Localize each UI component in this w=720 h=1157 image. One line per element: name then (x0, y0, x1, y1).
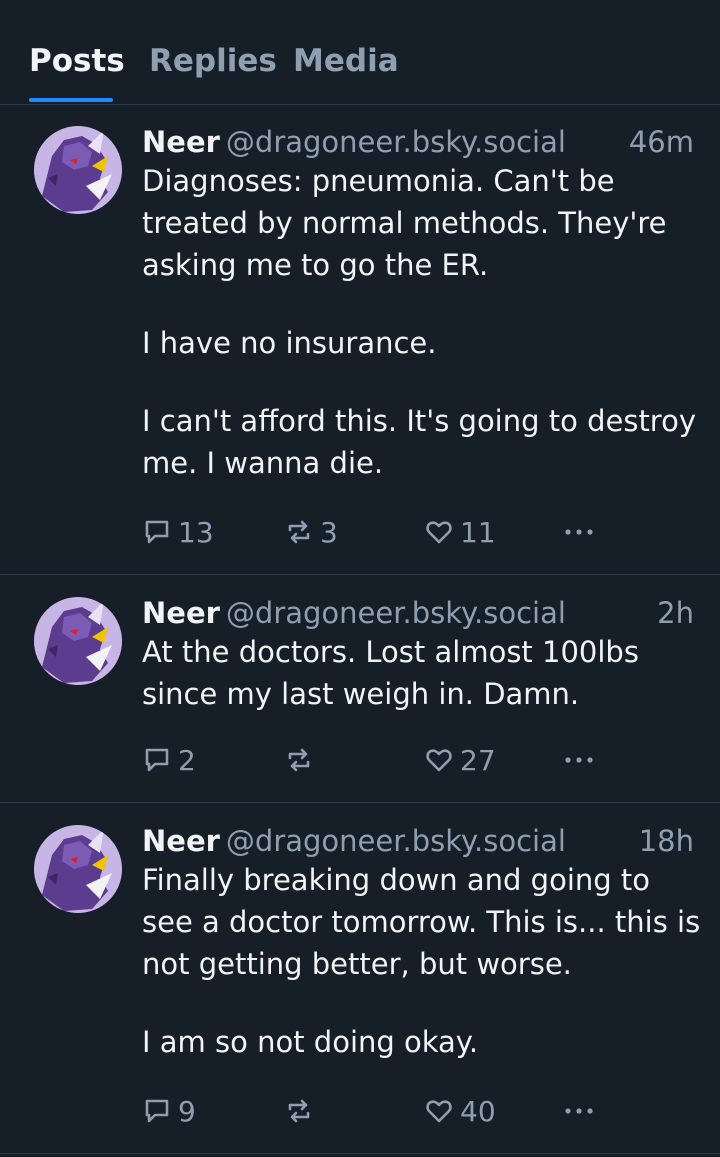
post-actions: 9 40 (142, 1091, 612, 1131)
more-options-button[interactable] (562, 512, 596, 552)
author-name[interactable]: Neer (142, 125, 220, 159)
reply-button[interactable]: 9 (142, 1091, 196, 1131)
more-dots-icon (565, 1108, 593, 1114)
more-dots-icon (565, 757, 593, 763)
feed-post[interactable]: Neer @dragoneer.bsky.social 2h At the doc… (0, 575, 720, 803)
heart-icon (426, 1100, 452, 1123)
avatar[interactable] (34, 126, 122, 214)
like-count: 11 (460, 515, 496, 549)
post-actions: 13 3 11 (142, 512, 612, 552)
repost-arrows-icon (288, 520, 310, 544)
reply-button[interactable]: 2 (142, 740, 196, 780)
post-paragraph: At the doctors. Lost almost 100lbs since… (142, 635, 639, 711)
tab-posts[interactable]: Posts (29, 42, 125, 80)
post-paragraph: Diagnoses: pneumonia. Can't be treated b… (142, 164, 667, 282)
like-count: 27 (460, 743, 496, 777)
post-paragraph: I can't afford this. It's going to destr… (142, 404, 697, 480)
profile-tabs: Posts Replies Media (0, 0, 720, 105)
reply-bubble-icon (145, 1099, 169, 1123)
post-header: Neer @dragoneer.bsky.social 18h (142, 821, 694, 861)
dragon-avatar-icon (34, 825, 122, 913)
reply-count: 2 (178, 743, 196, 777)
post-header: Neer @dragoneer.bsky.social 46m (142, 122, 694, 162)
more-dots-icon (565, 529, 593, 535)
heart-icon (426, 749, 452, 772)
post-text: At the doctors. Lost almost 100lbs since… (142, 631, 702, 715)
reply-button[interactable]: 13 (142, 512, 214, 552)
like-button[interactable]: 27 (424, 740, 496, 780)
like-button[interactable]: 40 (424, 1091, 496, 1131)
dragon-avatar-icon (34, 597, 122, 685)
repost-button[interactable] (284, 740, 320, 780)
more-options-button[interactable] (562, 740, 596, 780)
feed-post[interactable]: Neer @dragoneer.bsky.social 18h Finally b… (0, 803, 720, 1154)
avatar[interactable] (34, 825, 122, 913)
dragon-avatar-icon (34, 126, 122, 214)
more-options-button[interactable] (562, 1091, 596, 1131)
reply-bubble-icon (145, 520, 169, 544)
avatar[interactable] (34, 597, 122, 685)
active-tab-indicator (29, 98, 113, 102)
reply-count: 9 (178, 1094, 196, 1128)
repost-count: 3 (320, 515, 338, 549)
repost-button[interactable] (284, 1091, 320, 1131)
reply-bubble-icon (145, 748, 169, 772)
post-text: Finally breaking down and going to see a… (142, 859, 702, 1063)
author-handle[interactable]: @dragoneer.bsky.social (226, 596, 566, 630)
repost-button[interactable]: 3 (284, 512, 338, 552)
heart-icon (426, 521, 452, 544)
post-paragraph: I have no insurance. (142, 326, 437, 360)
like-count: 40 (460, 1094, 496, 1128)
repost-arrows-icon (288, 1099, 310, 1123)
author-name[interactable]: Neer (142, 824, 220, 858)
post-header: Neer @dragoneer.bsky.social 2h (142, 593, 694, 633)
like-button[interactable]: 11 (424, 512, 496, 552)
post-text: Diagnoses: pneumonia. Can't be treated b… (142, 160, 702, 484)
author-name[interactable]: Neer (142, 596, 220, 630)
repost-arrows-icon (288, 748, 310, 772)
post-paragraph: Finally breaking down and going to see a… (142, 863, 701, 981)
tab-media[interactable]: Media (293, 42, 399, 80)
author-handle[interactable]: @dragoneer.bsky.social (226, 125, 566, 159)
post-timestamp[interactable]: 2h (657, 593, 694, 633)
reply-count: 13 (178, 515, 214, 549)
author-handle[interactable]: @dragoneer.bsky.social (226, 824, 566, 858)
post-paragraph: I am so not doing okay. (142, 1025, 479, 1059)
tab-replies[interactable]: Replies (149, 42, 277, 80)
post-timestamp[interactable]: 18h (639, 821, 694, 861)
feed-post[interactable]: Neer @dragoneer.bsky.social 46m Diagnoses… (0, 104, 720, 575)
post-timestamp[interactable]: 46m (629, 122, 694, 162)
post-actions: 2 27 (142, 740, 612, 780)
